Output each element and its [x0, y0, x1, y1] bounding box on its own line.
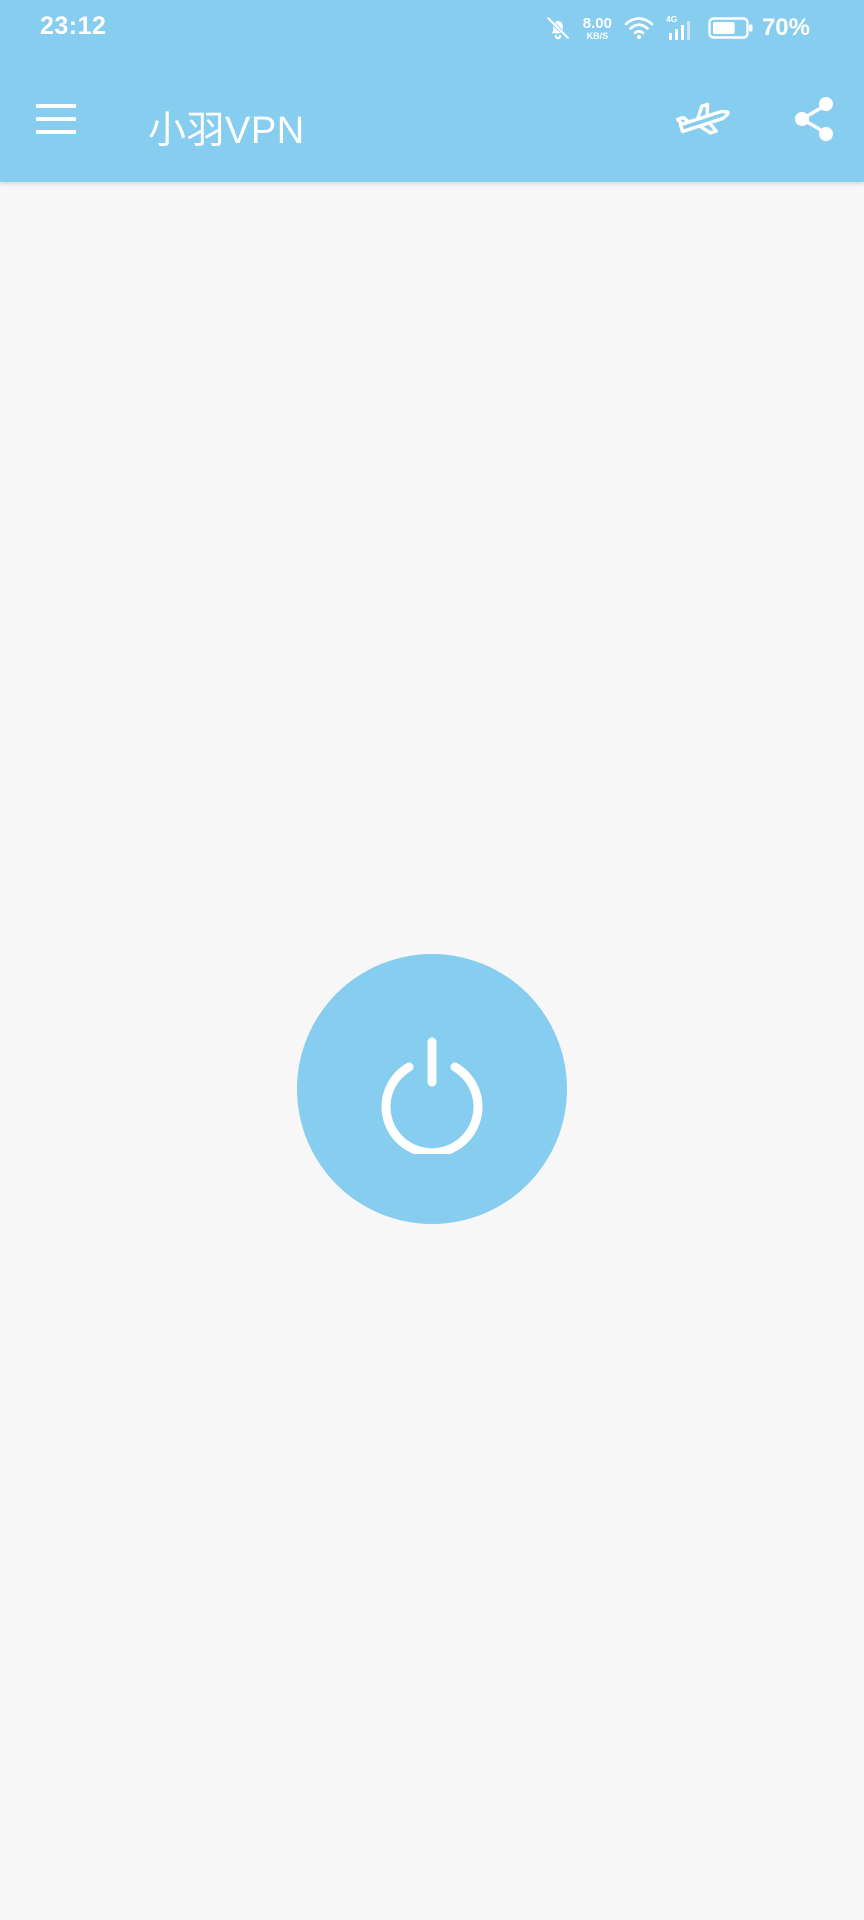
main-content	[0, 182, 864, 1920]
network-type-label: 4G	[666, 14, 678, 24]
wifi-icon	[624, 15, 654, 41]
power-button[interactable]	[297, 954, 567, 1224]
net-speed: 8.00 KB/S	[583, 16, 612, 41]
power-icon	[381, 1037, 483, 1154]
share-icon	[795, 97, 833, 141]
app-title: 小羽VPN	[148, 110, 305, 152]
battery-icon	[708, 16, 754, 40]
app-header: 23:12 8.00 KB/S 4G 70% 小羽VPN	[0, 0, 864, 182]
plane-icon	[676, 102, 730, 135]
toolbar: 小羽VPN	[0, 56, 864, 182]
status-time: 23:12	[40, 12, 107, 40]
menu-button[interactable]	[20, 83, 92, 155]
status-icons: 8.00 KB/S 4G 70%	[533, 10, 810, 46]
signal-icon: 4G	[666, 14, 696, 42]
share-button[interactable]	[778, 85, 850, 153]
plane-button[interactable]	[670, 87, 746, 151]
net-speed-value: 8.00	[582, 14, 612, 32]
status-bar: 23:12 8.00 KB/S 4G 70%	[0, 0, 864, 56]
battery-percent: 70%	[761, 14, 810, 41]
bell-off-icon	[545, 15, 571, 41]
net-speed-unit: KB/S	[586, 30, 609, 41]
menu-icon	[36, 104, 76, 134]
